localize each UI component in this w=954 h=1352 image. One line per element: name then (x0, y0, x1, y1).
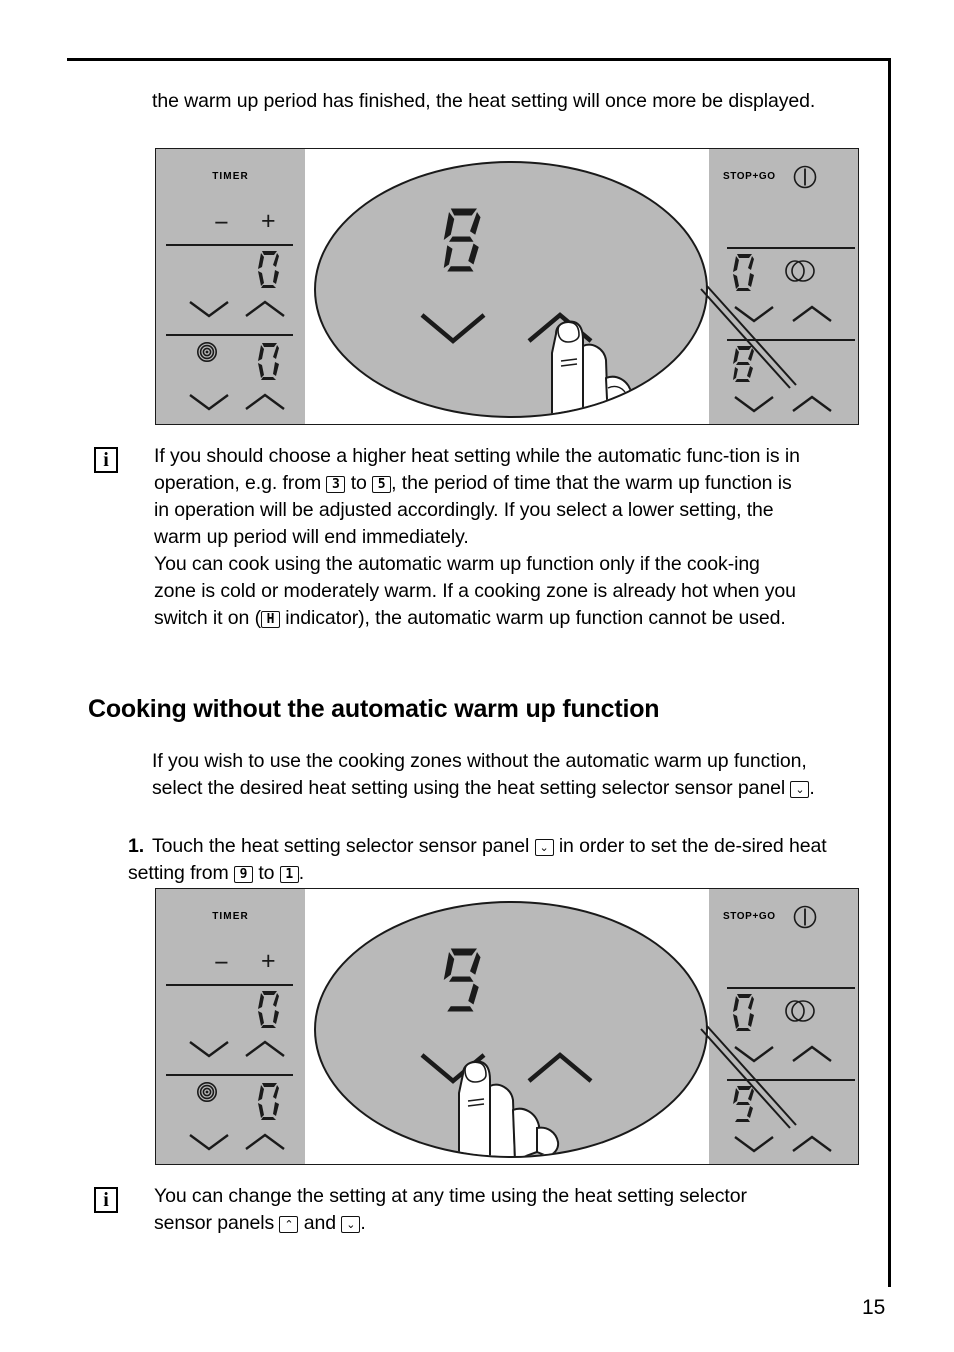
magnified-heat-display (440, 205, 486, 280)
document-page: the warm up period has finished, the hea… (0, 0, 954, 1352)
magnified-heat-display (440, 945, 486, 1020)
key-one: 1 (279, 866, 299, 883)
divider-1 (166, 244, 293, 246)
note-text: You can change the setting at any time u… (154, 1185, 747, 1234)
divider-3 (727, 247, 855, 249)
timer-minus-button[interactable]: − (214, 951, 229, 976)
key-hot-indicator: H (260, 611, 280, 628)
seven-segment-nine (443, 948, 481, 1012)
info-icon: i (94, 1187, 118, 1213)
timer-chevron-up[interactable] (244, 1039, 286, 1059)
figure-1-magnifier (314, 161, 708, 418)
step-text: Touch the heat setting selector sensor p… (128, 835, 827, 884)
timer-chevron-down[interactable] (188, 1039, 230, 1059)
key-five: 5 (372, 476, 392, 493)
figure-1-callout-lines (700, 285, 797, 389)
key-nine: 9 (234, 866, 253, 883)
seven-segment-zero (258, 1083, 279, 1120)
cooking-zone-spiral-icon (196, 341, 218, 368)
timer-minus-button[interactable]: − (214, 211, 229, 236)
stop-go-label: STOP+GO (723, 171, 776, 182)
zone-chevron-up[interactable] (244, 1132, 286, 1152)
zone-chevron-down[interactable] (188, 392, 230, 412)
page-title: Cooking without the automatic warm up fu… (88, 695, 660, 723)
figure-manual-9: TIMER − + STOP+GO (155, 888, 859, 1165)
note-warm-up-rules: i If you should choose a higher heat set… (94, 443, 804, 632)
key-chevron-down: ⌄ (341, 1216, 361, 1233)
body-paragraph: If you wish to use the cooking zones wit… (152, 750, 815, 799)
seven-segment-zero (258, 991, 279, 1028)
power-on-off-icon[interactable] (793, 905, 817, 934)
seven-segment-zero (258, 251, 279, 288)
cooking-zone-spiral-icon (196, 1081, 218, 1108)
seven-segment-zero (258, 343, 279, 380)
zone-chevron-up[interactable] (244, 392, 286, 412)
seven-segment-eight (443, 208, 481, 272)
timer-display (256, 989, 282, 1029)
timer-plus-button[interactable]: + (261, 209, 276, 234)
finger-pointer (458, 1060, 560, 1156)
timer-label: TIMER (212, 911, 249, 922)
power-on-off-icon[interactable] (793, 165, 817, 194)
timer-label: TIMER (212, 171, 249, 182)
note-change-setting: i You can change the setting at any time… (94, 1183, 804, 1237)
figure-2-callout-lines (700, 1025, 797, 1129)
timer-chevron-down[interactable] (188, 299, 230, 319)
finger-pointer (551, 320, 633, 416)
divider-2 (166, 1074, 293, 1076)
stop-go-label: STOP+GO (723, 911, 776, 922)
divider-1 (166, 984, 293, 986)
page-right-rule (888, 58, 891, 1287)
figure-2-magnifier (314, 901, 708, 1158)
key-chevron-up: ⌃ (279, 1216, 299, 1233)
magnified-chevron-down[interactable] (419, 311, 487, 350)
intro-paragraph: the warm up period has finished, the hea… (152, 90, 816, 112)
figure-warm-up-8: TIMER − + STOP+GO (155, 148, 859, 425)
divider-2 (166, 334, 293, 336)
page-top-rule (67, 58, 891, 61)
zone-heat-display (256, 341, 282, 381)
step-number: 1. (128, 835, 145, 857)
figure-2-left-panel: TIMER − + (156, 889, 305, 1164)
zone-heat-display (256, 1081, 282, 1121)
info-icon: i (94, 447, 118, 473)
key-three: 3 (326, 476, 346, 493)
timer-chevron-up[interactable] (244, 299, 286, 319)
timer-plus-button[interactable]: + (261, 949, 276, 974)
divider-3 (727, 987, 855, 989)
note-text: If you should choose a higher heat setti… (154, 445, 800, 629)
page-number: 15 (862, 1296, 886, 1319)
key-chevron-down: ⌄ (790, 781, 810, 798)
zone-chevron-down[interactable] (188, 1132, 230, 1152)
step-item-1: 1. Touch the heat setting selector sensor… (128, 833, 858, 887)
key-chevron-down: ⌄ (534, 839, 554, 856)
timer-display (256, 249, 282, 289)
figure-1-left-panel: TIMER − + (156, 149, 305, 424)
